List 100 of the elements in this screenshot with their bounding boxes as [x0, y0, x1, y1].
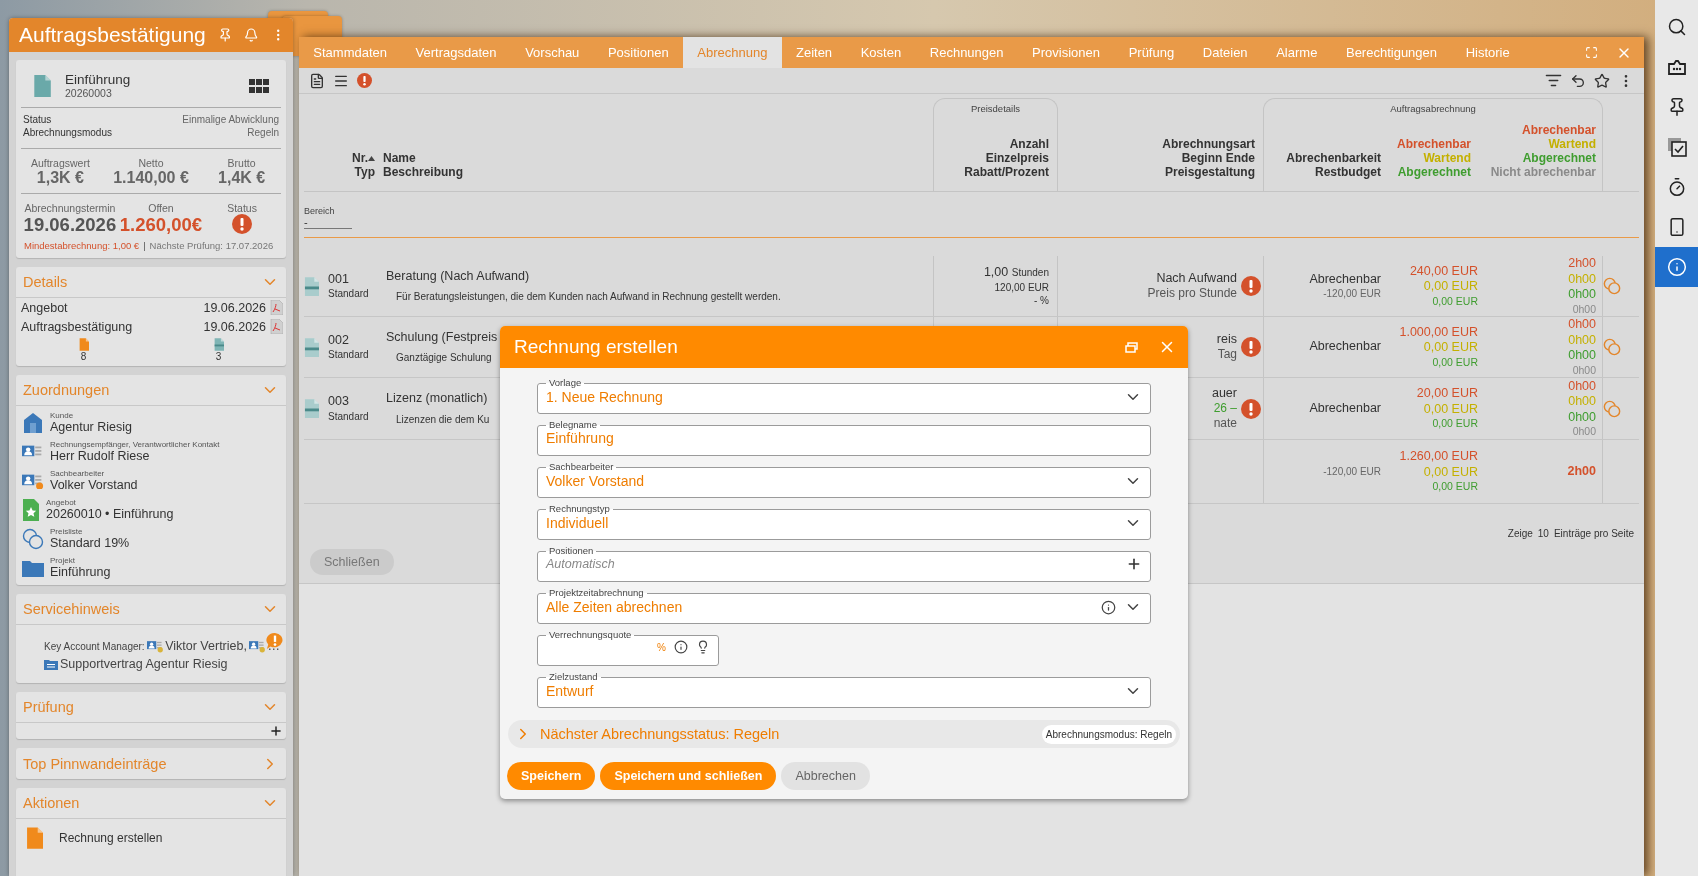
- select-field[interactable]: Projektzeitabrechnung Alle Zeiten abrechnen: [537, 588, 1151, 624]
- column-header[interactable]: Anzahl: [1009, 137, 1049, 151]
- checklist-icon[interactable]: [1666, 137, 1687, 157]
- info-icon[interactable]: [674, 640, 688, 654]
- contact-name[interactable]: Viktor Vertrieb,: [165, 639, 247, 653]
- amount-text: 2h00: [1568, 256, 1596, 272]
- status-legend: Abgerechnet: [1397, 165, 1471, 179]
- search-icon[interactable]: [1666, 17, 1687, 37]
- amount-text: 0h00: [1568, 332, 1596, 348]
- document-name[interactable]: Angebot: [21, 300, 200, 315]
- stat-value: 1.140,00 €: [113, 169, 189, 187]
- amount-text: 0,00 EUR: [1423, 401, 1478, 418]
- status-legend: Abrechenbar: [1396, 137, 1471, 151]
- column-header[interactable]: Einzelpreis: [985, 151, 1049, 165]
- column-header[interactable]: Preisgestaltung: [1164, 165, 1255, 179]
- invoice-icon: [304, 399, 319, 418]
- message-box-icon[interactable]: [1666, 58, 1687, 76]
- assignment-value[interactable]: Agentur Riesig: [50, 420, 132, 434]
- group-title: Auftragsabrechnung: [1390, 102, 1476, 114]
- column-header[interactable]: Restbudget: [1315, 165, 1381, 179]
- document-icon: [33, 74, 51, 97]
- billability-text: Abrechenbar: [1309, 339, 1381, 355]
- assignment-value[interactable]: Standard 19%: [50, 536, 130, 550]
- stat-label: Auftragswert: [30, 157, 90, 169]
- assignment-value[interactable]: 20260010 • Einführung: [46, 507, 174, 521]
- column-header[interactable]: Beschreibung: [383, 165, 463, 179]
- field-label: Sachbearbeiter: [548, 462, 615, 472]
- expandable-row[interactable]: Nächster Abrechnungsstatus: Regeln Abrechnungsmodus: Regeln: [508, 720, 1180, 748]
- info-icon[interactable]: [1101, 599, 1116, 615]
- add-icon[interactable]: [1126, 556, 1142, 572]
- unit-price: 120,00 EUR: [994, 280, 1049, 294]
- page-size-select[interactable]: 10: [1537, 528, 1549, 539]
- status-legend: Wartend: [1423, 151, 1471, 165]
- pdf-icon[interactable]: [270, 300, 283, 315]
- add-icon[interactable]: [269, 724, 283, 738]
- assignment-label: Rechnungsempfänger, Verantwortlicher Kontakt: [50, 440, 220, 449]
- amount-text: 0,00 EUR: [1423, 464, 1478, 481]
- contract-name[interactable]: Supportvertrag Agentur Riesig: [60, 657, 228, 671]
- amount-text: 0,00 EUR: [1432, 294, 1478, 309]
- alert-icon: [357, 73, 372, 88]
- document-name[interactable]: Auftragsbestätigung: [21, 319, 200, 334]
- position-description: Für Beratungsleistungen, die dem Kunden nach Aufwand in Rechnung gestellt werden.: [395, 290, 781, 304]
- stat-label: Offen: [148, 202, 174, 214]
- undo-icon[interactable]: [1570, 72, 1586, 89]
- budget-text: -120,00 EUR: [1323, 465, 1381, 478]
- amount-text: 0,00 EUR: [1432, 417, 1478, 431]
- action-link[interactable]: Rechnung erstellen: [59, 831, 163, 845]
- select-field[interactable]: Vorlage 1. Neue Rechnung: [537, 378, 1151, 414]
- stat-label: Netto: [138, 157, 164, 169]
- grid-icon[interactable]: [249, 78, 269, 93]
- pager-label: Zeige: [1507, 528, 1533, 539]
- input-field[interactable]: Verrechnungsquote %: [537, 630, 719, 666]
- input-field[interactable]: Positionen Automatisch: [537, 546, 1151, 582]
- filter-icon[interactable]: [1545, 72, 1562, 89]
- amount-text: 0h00: [1568, 317, 1596, 333]
- minimum-text: Mindestabrechnung: 1,00 €: [24, 240, 140, 251]
- star-icon[interactable]: [1594, 72, 1610, 89]
- column-header[interactable]: Name: [383, 151, 416, 165]
- filter-field[interactable]: Bereich -: [304, 206, 352, 229]
- alert-icon: [1241, 398, 1261, 419]
- pdf-icon[interactable]: [270, 319, 283, 334]
- lightbulb-icon[interactable]: [696, 640, 710, 654]
- column-header[interactable]: Abrechnungsart: [1162, 137, 1255, 151]
- document-number: 20260003: [65, 87, 113, 99]
- position-description: Ganztägige Schulung: [395, 351, 492, 365]
- billing-type-text: nate: [1213, 416, 1237, 432]
- column-header[interactable]: Typ: [354, 165, 375, 179]
- status-legend: Nicht abrechenbar: [1490, 165, 1596, 179]
- assignment-label: Projekt: [50, 556, 76, 565]
- billability-text: Abrechenbar: [1309, 271, 1381, 288]
- document-title: Einführung: [65, 72, 132, 87]
- field-value: Alle Zeiten abrechnen: [546, 599, 683, 615]
- select-field[interactable]: Rechnungstyp Individuell: [537, 504, 1151, 540]
- info-value: Regeln: [246, 127, 279, 138]
- column-header[interactable]: Nr.: [352, 151, 375, 165]
- bell-icon[interactable]: [244, 26, 259, 44]
- column-header[interactable]: Rabatt/Prozent: [964, 165, 1049, 179]
- next-check-text: Nächste Prüfung: 17.07.2026: [149, 240, 274, 251]
- document-list-icon[interactable]: [309, 72, 325, 89]
- assignment-value[interactable]: Volker Vorstand: [50, 478, 138, 492]
- billing-date: 19.06.2026: [23, 214, 117, 236]
- column-header[interactable]: Beginn Ende: [1181, 151, 1255, 165]
- billing-type-text: Tag: [1217, 347, 1237, 363]
- amount-text: 0h00: [1568, 409, 1596, 425]
- dialog-title: Rechnung erstellen: [514, 336, 679, 358]
- status-alert-icon: [232, 214, 253, 234]
- amount-text: 0h00: [1568, 271, 1596, 287]
- amount-text: 0,00 EUR: [1423, 340, 1478, 356]
- assignment-label: Kunde: [50, 411, 75, 420]
- column-header[interactable]: Abrechenbarkeit: [1286, 151, 1381, 165]
- select-field[interactable]: Zielzustand Entwurf: [537, 672, 1151, 708]
- assignment-value[interactable]: Einführung: [50, 565, 111, 579]
- assignment-label: Angebot: [46, 498, 77, 507]
- select-field[interactable]: Sachbearbeiter Volker Vorstand: [537, 462, 1151, 498]
- input-field[interactable]: Belegname Einführung: [537, 420, 1151, 456]
- assignment-value[interactable]: Herr Rudolf Riese: [50, 449, 220, 463]
- cancel-button[interactable]: Abbrechen: [781, 762, 870, 790]
- row-number: 002: [328, 332, 349, 349]
- amount-text: 0h00: [1572, 302, 1596, 316]
- field-value: Individuell: [546, 515, 609, 531]
